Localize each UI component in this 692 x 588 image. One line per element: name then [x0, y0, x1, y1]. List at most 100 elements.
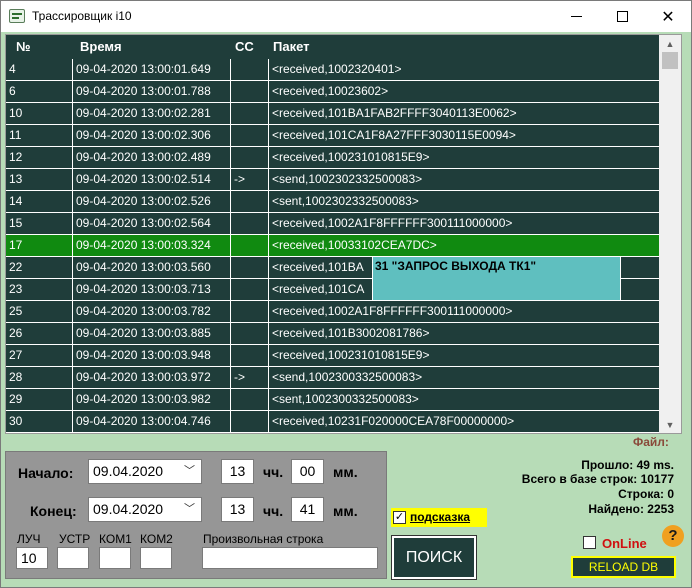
hint-checkbox[interactable]: ✓ [393, 511, 406, 524]
row-cc-cell [231, 103, 269, 124]
row-time-cell: 09-04-2020 13:00:03.782 [73, 301, 231, 322]
free-string-input[interactable] [202, 547, 378, 569]
row-num-cell: 17 [6, 235, 73, 256]
column-header-time[interactable]: Время [80, 39, 122, 54]
row-num-cell: 29 [6, 389, 73, 410]
help-icon[interactable]: ? [662, 525, 684, 547]
found-stat: Найдено: 2253 [588, 502, 674, 516]
row-packet-cell: <received,10231F020000CEA78F00000000> [272, 414, 515, 428]
online-label[interactable]: OnLine [602, 536, 647, 551]
column-header-packet[interactable]: Пакет [273, 39, 310, 54]
kom2-input[interactable] [140, 547, 172, 569]
start-hour-unit: чч. [263, 464, 284, 480]
luch-input[interactable]: 10 [16, 547, 48, 569]
packet-grid[interactable]: № Время CC Пакет 4 09-04-2020 13:00:01.64… [5, 34, 682, 434]
start-date-value: 09.04.2020 [93, 463, 164, 479]
end-min-unit: мм. [333, 503, 358, 519]
row-cc-cell [231, 389, 269, 410]
end-date-picker[interactable]: 09.04.2020 ﹀ [88, 497, 202, 522]
row-cc-cell [231, 301, 269, 322]
online-checkbox[interactable] [583, 536, 596, 549]
end-min-input[interactable]: 41 [291, 497, 324, 522]
row-cc-cell [231, 345, 269, 366]
table-row[interactable]: 25 09-04-2020 13:00:03.782 <received,1002A… [6, 301, 659, 323]
scroll-up-icon[interactable]: ▲ [659, 35, 681, 52]
row-num-cell: 10 [6, 103, 73, 124]
row-time-cell: 09-04-2020 13:00:04.746 [73, 411, 231, 432]
row-num-cell: 14 [6, 191, 73, 212]
row-num-cell: 4 [6, 59, 73, 80]
row-packet-cell: <received,1002A1F8FFFFFF300111000000> [272, 216, 513, 230]
row-packet-cell: <received,100231010815E9> [272, 150, 430, 164]
kom1-input[interactable] [99, 547, 131, 569]
close-button[interactable]: ✕ [645, 1, 691, 32]
row-num-cell: 23 [6, 279, 73, 300]
column-header-cc[interactable]: CC [235, 39, 254, 54]
row-packet-cell: <send,1002302332500083> [272, 172, 423, 186]
scroll-thumb[interactable] [662, 52, 678, 69]
table-row[interactable]: 28 09-04-2020 13:00:03.972 -> <send,1002300… [6, 367, 659, 389]
row-cc-cell [231, 191, 269, 212]
row-cc-cell [231, 125, 269, 146]
total-rows-stat: Всего в базе строк: 10177 [521, 472, 674, 486]
hint-label[interactable]: подсказка [410, 510, 470, 524]
elapsed-stat: Прошло: 49 ms. [581, 458, 674, 472]
scroll-down-icon[interactable]: ▼ [659, 416, 681, 433]
end-hour-unit: чч. [263, 503, 284, 519]
grid-header: № Время CC Пакет [6, 35, 659, 59]
column-header-num[interactable]: № [16, 39, 31, 54]
table-row[interactable]: 15 09-04-2020 13:00:02.564 <received,1002A… [6, 213, 659, 235]
table-row[interactable]: 6 09-04-2020 13:00:01.788 <received,100236… [6, 81, 659, 103]
free-string-label: Произвольная строка [203, 532, 324, 546]
title-bar[interactable]: Трассировщик i10 ✕ [1, 1, 691, 32]
row-cc-cell [231, 81, 269, 102]
row-num-cell: 22 [6, 257, 73, 278]
row-packet-cell: <received,1002320401> [272, 62, 402, 76]
row-cc-cell: -> [231, 367, 269, 388]
filter-panel: Начало: 09.04.2020 ﹀ 13 чч. 00 мм. Конец… [5, 451, 387, 579]
table-row[interactable]: 4 09-04-2020 13:00:01.649 <received,100232… [6, 59, 659, 81]
table-row[interactable]: 17 09-04-2020 13:00:03.324 <received,10033… [6, 235, 659, 257]
luch-label: ЛУЧ [17, 532, 41, 546]
row-cc-cell [231, 411, 269, 432]
chevron-down-icon: ﹀ [184, 465, 195, 477]
table-row[interactable]: 27 09-04-2020 13:00:03.948 <received,10023… [6, 345, 659, 367]
end-hour-input[interactable]: 13 [221, 497, 254, 522]
table-row[interactable]: 13 09-04-2020 13:00:02.514 -> <send,1002302… [6, 169, 659, 191]
row-cc-cell [231, 147, 269, 168]
start-min-unit: мм. [333, 464, 358, 480]
reload-db-button[interactable]: RELOAD DB [571, 556, 676, 578]
row-time-cell: 09-04-2020 13:00:03.885 [73, 323, 231, 344]
row-time-cell: 09-04-2020 13:00:02.564 [73, 213, 231, 234]
ustr-input[interactable] [57, 547, 89, 569]
start-label: Начало: [18, 465, 74, 481]
row-packet-cell: <received,10023602> [272, 84, 389, 98]
row-num-cell: 26 [6, 323, 73, 344]
ustr-label: УСТР [59, 532, 91, 546]
table-row[interactable]: 29 09-04-2020 13:00:03.982 <sent,100230033… [6, 389, 659, 411]
start-hour-input[interactable]: 13 [221, 459, 254, 484]
table-row[interactable]: 11 09-04-2020 13:00:02.306 <received,101CA… [6, 125, 659, 147]
start-date-picker[interactable]: 09.04.2020 ﹀ [88, 459, 202, 484]
table-row[interactable]: 26 09-04-2020 13:00:03.885 <received,101B3… [6, 323, 659, 345]
row-tooltip: 31 "ЗАПРОС ВЫХОДА ТК1" [372, 256, 621, 301]
table-row[interactable]: 14 09-04-2020 13:00:02.526 <sent,100230233… [6, 191, 659, 213]
search-button[interactable]: ПОИСК [391, 535, 477, 580]
kom2-label: КОМ2 [140, 532, 173, 546]
vertical-scrollbar[interactable]: ▲ ▼ [659, 35, 681, 433]
minimize-button[interactable] [553, 1, 599, 32]
row-time-cell: 09-04-2020 13:00:02.489 [73, 147, 231, 168]
start-min-input[interactable]: 00 [291, 459, 324, 484]
row-num-cell: 28 [6, 367, 73, 388]
row-time-cell: 09-04-2020 13:00:01.788 [73, 81, 231, 102]
table-row[interactable]: 30 09-04-2020 13:00:04.746 <received,10231… [6, 411, 659, 433]
row-num-cell: 30 [6, 411, 73, 432]
row-packet-cell: <send,1002300332500083> [272, 370, 423, 384]
maximize-button[interactable] [599, 1, 645, 32]
table-row[interactable]: 12 09-04-2020 13:00:02.489 <received,10023… [6, 147, 659, 169]
close-icon: ✕ [661, 8, 675, 26]
table-row[interactable]: 10 09-04-2020 13:00:02.281 <received,101BA… [6, 103, 659, 125]
row-cc-cell [231, 279, 269, 300]
row-time-cell: 09-04-2020 13:00:01.649 [73, 59, 231, 80]
hint-toggle[interactable]: ✓ подсказка [391, 508, 487, 527]
